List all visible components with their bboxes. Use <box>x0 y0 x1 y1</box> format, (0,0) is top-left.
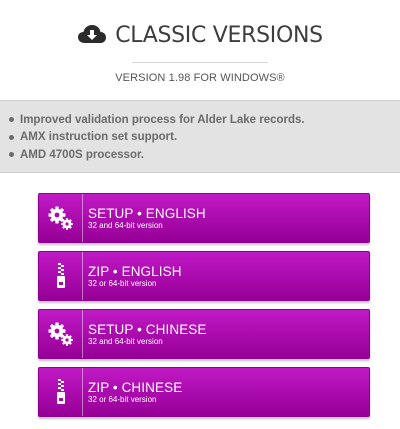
zip-english-button[interactable]: ZIP • ENGLISH 32 or 64-bit version <box>38 251 370 301</box>
setup-english-button[interactable]: SETUP • ENGLISH 32 and 64-bit version <box>38 193 370 243</box>
button-label: ZIP • CHINESE <box>88 379 183 395</box>
release-note-text: AMX instruction set support. <box>20 131 178 144</box>
button-sublabel: 32 and 64-bit version <box>88 336 163 346</box>
button-label: ZIP • ENGLISH <box>88 263 182 279</box>
setup-chinese-button[interactable]: SETUP • CHINESE 32 and 64-bit version <box>38 309 370 359</box>
page-title: CLASSIC VERSIONS <box>115 22 323 48</box>
button-icon-area <box>39 368 83 416</box>
button-icon-area <box>39 310 83 358</box>
divider <box>132 62 268 63</box>
gears-icon <box>48 206 73 230</box>
button-icon-area <box>39 252 83 300</box>
button-label: SETUP • ENGLISH <box>88 205 206 221</box>
gears-icon <box>48 322 73 346</box>
release-note: AMX instruction set support. <box>9 129 400 147</box>
button-sublabel: 32 or 64-bit version <box>88 394 157 404</box>
zip-chinese-button[interactable]: ZIP • CHINESE 32 or 64-bit version <box>38 367 370 417</box>
page-header: CLASSIC VERSIONS <box>0 18 400 52</box>
bullet-icon <box>9 117 14 123</box>
button-icon-area <box>39 194 83 242</box>
button-label: SETUP • CHINESE <box>88 321 207 337</box>
release-note: Improved validation process for Alder La… <box>9 111 400 129</box>
zip-file-icon <box>56 263 65 288</box>
version-label: VERSION 1.98 FOR WINDOWS® <box>115 72 285 84</box>
release-notes: Improved validation process for Alder La… <box>0 100 400 173</box>
bullet-icon <box>9 152 14 158</box>
release-note-text: AMD 4700S processor. <box>20 148 145 161</box>
bullet-icon <box>9 134 14 140</box>
button-sublabel: 32 or 64-bit version <box>88 278 157 288</box>
release-note-text: Improved validation process for Alder La… <box>20 113 305 126</box>
release-note: AMD 4700S processor. <box>9 146 400 164</box>
cloud-download-icon <box>78 25 107 43</box>
zip-file-icon <box>56 379 65 404</box>
button-sublabel: 32 and 64-bit version <box>88 220 163 230</box>
